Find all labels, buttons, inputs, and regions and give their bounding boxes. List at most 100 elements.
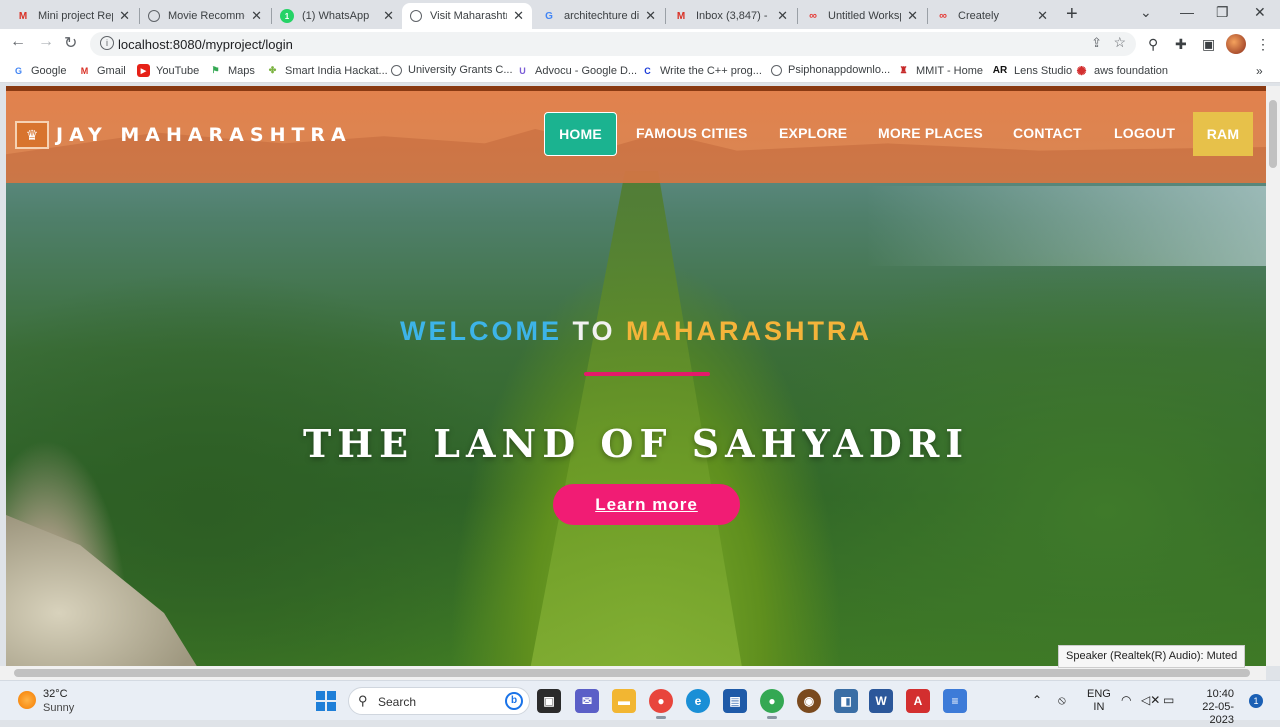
- start-button[interactable]: [316, 691, 336, 711]
- close-tab-icon[interactable]: ✕: [513, 8, 524, 24]
- meet-icon[interactable]: ⦸: [1058, 693, 1066, 708]
- notification-badge[interactable]: 1: [1249, 694, 1263, 708]
- extensions-icon[interactable]: ✚: [1175, 36, 1187, 53]
- bookmarks-overflow-icon[interactable]: »: [1256, 64, 1263, 78]
- sun-icon[interactable]: [18, 691, 36, 709]
- address-bar[interactable]: i localhost:8080/myproject/login ⇪ ☆: [90, 32, 1136, 56]
- web-page: ♛ JAY MAHARASHTRA HOME FAMOUS CITIES EXP…: [6, 86, 1266, 666]
- file-explorer-icon[interactable]: ▬: [612, 689, 636, 713]
- weather-temperature[interactable]: 32°C: [43, 688, 68, 700]
- browser-toolbar: ← → ↻ i localhost:8080/myproject/login ⇪…: [0, 29, 1280, 59]
- close-tab-icon[interactable]: ✕: [1037, 8, 1048, 24]
- whatsapp-icon: 1: [280, 9, 294, 23]
- search-icon: ⚲: [358, 693, 368, 708]
- close-tab-icon[interactable]: ✕: [907, 8, 918, 24]
- bookmark-advocu[interactable]: U Advocu - Google D...: [516, 64, 637, 77]
- bookmarks-bar: G Google M Gmail ▶ YouTube ⚑ Maps ✤ Smart Ind…: [0, 59, 1280, 83]
- minimize-icon[interactable]: —: [1180, 4, 1194, 20]
- tray-overflow-icon[interactable]: ⌃: [1032, 693, 1042, 707]
- chrome-icon[interactable]: ●: [649, 689, 673, 719]
- bookmark-star-icon[interactable]: ☆: [1113, 34, 1126, 51]
- globe-icon: [771, 64, 782, 76]
- edge-icon[interactable]: e: [686, 689, 710, 713]
- close-tab-icon[interactable]: ✕: [119, 8, 130, 24]
- horizontal-scrollbar[interactable]: [0, 666, 1266, 680]
- task-view-icon[interactable]: ▣: [537, 689, 561, 713]
- bookmark-google[interactable]: G Google: [12, 64, 67, 77]
- taskbar-search[interactable]: ⚲ Search b: [348, 687, 530, 715]
- tab-visit-maharashtra[interactable]: Visit Maharashtra ✕: [402, 3, 532, 29]
- vertical-scrollbar[interactable]: [1266, 86, 1280, 666]
- new-tab-button[interactable]: +: [1066, 3, 1078, 26]
- maps-pin-icon: ⚑: [211, 65, 220, 75]
- google-icon: G: [545, 10, 553, 22]
- battery-icon[interactable]: ▭: [1163, 693, 1174, 707]
- system-clock[interactable]: 10:40 22-05-2023: [1186, 688, 1234, 727]
- close-tab-icon[interactable]: ✕: [645, 8, 656, 24]
- tab-mini-project[interactable]: M Mini project Repo ✕: [8, 3, 138, 29]
- tab-movie-recommender[interactable]: Movie Recommen ✕: [140, 3, 270, 29]
- bookmark-maps[interactable]: ⚑ Maps: [209, 64, 254, 77]
- bing-icon[interactable]: b: [505, 692, 523, 710]
- code-icon: C: [644, 65, 651, 76]
- site-brand[interactable]: JAY MAHARASHTRA: [56, 124, 352, 146]
- bookmark-aws[interactable]: ✺ aws foundation: [1075, 64, 1168, 78]
- learn-more-button[interactable]: Learn more: [553, 484, 740, 525]
- close-tab-icon[interactable]: ✕: [383, 8, 394, 24]
- tab-creately[interactable]: ∞ Creately ✕: [928, 3, 1056, 29]
- tab-inbox[interactable]: M Inbox (3,847) - ad ✕: [666, 3, 796, 29]
- side-panel-icon[interactable]: ▣: [1202, 36, 1215, 53]
- url-text[interactable]: localhost:8080/myproject/login: [118, 37, 293, 52]
- weather-condition[interactable]: Sunny: [43, 702, 74, 714]
- gmail-icon: M: [80, 65, 89, 76]
- reload-icon[interactable]: ↻: [64, 33, 77, 53]
- teams-chat-icon[interactable]: ✉: [575, 689, 599, 713]
- bookmark-ugc[interactable]: University Grants C...: [391, 64, 513, 76]
- site-info-icon[interactable]: i: [100, 36, 114, 50]
- tab-whatsapp[interactable]: 1 (1) WhatsApp ✕: [272, 3, 402, 29]
- tab-architecture-diagram[interactable]: G architechture diag ✕: [534, 3, 664, 29]
- menu-icon[interactable]: ⋮: [1256, 36, 1270, 53]
- speaker-muted-icon[interactable]: ◁✕: [1141, 693, 1160, 707]
- zoom-icon[interactable]: ⚲: [1148, 36, 1158, 53]
- site-logo-icon[interactable]: ♛: [15, 121, 49, 149]
- nav-more-places[interactable]: MORE PLACES: [878, 125, 983, 141]
- chrome-profile-icon[interactable]: ●: [760, 689, 784, 719]
- nav-logout[interactable]: LOGOUT: [1114, 125, 1175, 141]
- forward-icon[interactable]: →: [38, 33, 54, 51]
- tab-untitled-workspace[interactable]: ∞ Untitled Workspa ✕: [798, 3, 926, 29]
- bookmark-youtube[interactable]: ▶ YouTube: [137, 64, 199, 77]
- pdf-icon[interactable]: A: [906, 689, 930, 713]
- bookmark-cpp[interactable]: C Write the C++ prog...: [641, 64, 762, 77]
- app-icon[interactable]: ◉: [797, 689, 821, 713]
- speaker-tooltip: Speaker (Realtek(R) Audio): Muted: [1058, 645, 1246, 668]
- google-icon: G: [14, 65, 22, 76]
- nav-user-ram[interactable]: RAM: [1193, 112, 1253, 156]
- bookmark-psiphon[interactable]: Psiphonappdownlo...: [771, 64, 890, 76]
- bookmark-mmit[interactable]: ♜ MMIT - Home: [897, 64, 983, 77]
- nav-home[interactable]: HOME: [544, 112, 617, 156]
- nav-explore[interactable]: EXPLORE: [779, 125, 847, 141]
- notepad-icon[interactable]: ≡: [943, 689, 967, 713]
- language-indicator[interactable]: ENG IN: [1087, 688, 1111, 714]
- nav-famous-cities[interactable]: FAMOUS CITIES: [636, 125, 748, 141]
- ide-icon[interactable]: ◧: [834, 689, 858, 713]
- wifi-icon[interactable]: ◠: [1121, 693, 1131, 707]
- profile-avatar[interactable]: [1226, 34, 1246, 54]
- globe-icon: [148, 10, 160, 22]
- bookmark-gmail[interactable]: M Gmail: [78, 64, 126, 77]
- close-tab-icon[interactable]: ✕: [251, 8, 262, 24]
- gmail-icon: M: [18, 10, 28, 22]
- bookmark-lens-studio[interactable]: AR Lens Studio: [992, 64, 1072, 77]
- site-navbar: ♛ JAY MAHARASHTRA HOME FAMOUS CITIES EXP…: [6, 91, 1266, 183]
- nav-contact[interactable]: CONTACT: [1013, 125, 1082, 141]
- maximize-icon[interactable]: ❐: [1216, 4, 1229, 21]
- share-icon[interactable]: ⇪: [1091, 35, 1102, 51]
- tab-search-icon[interactable]: ⌄: [1140, 4, 1152, 21]
- close-tab-icon[interactable]: ✕: [777, 8, 788, 24]
- word-icon[interactable]: W: [869, 689, 893, 713]
- bookmark-smart-india[interactable]: ✤ Smart India Hackat...: [266, 64, 388, 77]
- close-window-icon[interactable]: ✕: [1254, 4, 1266, 21]
- store-icon[interactable]: ▤: [723, 689, 747, 713]
- back-icon[interactable]: ←: [10, 33, 26, 51]
